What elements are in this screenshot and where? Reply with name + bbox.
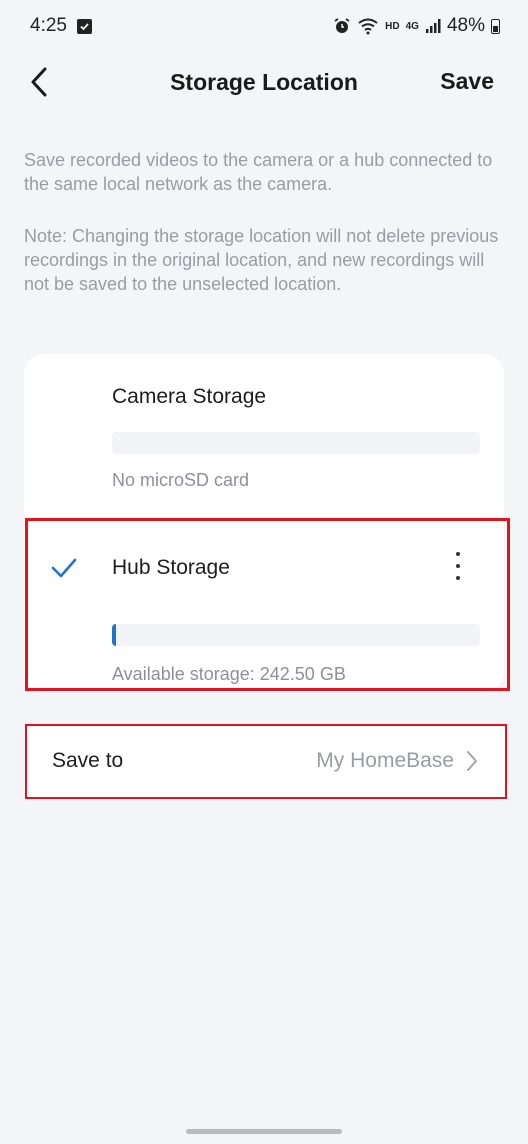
status-right: HD 4G 48% <box>333 15 500 37</box>
header: Storage Location Save <box>0 52 528 112</box>
note-text: Note: Changing the storage location will… <box>24 226 499 294</box>
save-to-row[interactable]: Save to My HomeBase <box>26 724 506 798</box>
checkmark-icon <box>51 558 77 578</box>
chevron-right-icon <box>466 750 480 772</box>
camera-storage-usage-bar <box>112 432 480 454</box>
status-left: 4:25 <box>30 15 92 37</box>
hub-storage-usage-bar <box>112 624 480 646</box>
back-button[interactable] <box>22 64 56 100</box>
hub-storage-usage-fill <box>112 624 116 646</box>
save-button[interactable]: Save <box>440 68 494 95</box>
description-text: Save recorded videos to the camera or a … <box>24 150 493 194</box>
alarm-icon <box>334 18 350 33</box>
notification-check-icon <box>76 18 92 34</box>
wifi-icon <box>358 18 378 35</box>
signal-icon <box>425 19 441 33</box>
camera-storage-option[interactable]: Camera Storage No microSD card <box>24 354 504 518</box>
hub-storage-title: Hub Storage <box>112 556 230 579</box>
storage-options-card: Camera Storage No microSD card Hub Stora… <box>24 354 504 692</box>
camera-storage-status: No microSD card <box>112 470 250 490</box>
hd-indicator: HD <box>385 20 400 32</box>
home-indicator[interactable] <box>186 1129 342 1134</box>
save-to-label: Save to <box>52 749 124 772</box>
battery-icon <box>491 18 500 34</box>
more-options-icon[interactable] <box>448 548 468 584</box>
status-time: 4:25 <box>30 15 67 36</box>
save-to-value: My HomeBase <box>316 749 454 772</box>
hub-storage-option[interactable]: Hub Storage Available storage: 242.50 GB <box>24 518 504 692</box>
battery-percent: 48% <box>446 15 485 36</box>
status-bar: 4:25 HD 4G 48% <box>0 0 528 52</box>
camera-storage-title: Camera Storage <box>112 385 267 408</box>
chevron-left-icon <box>31 67 47 97</box>
network-type: 4G <box>405 20 419 32</box>
hub-storage-available: Available storage: 242.50 GB <box>112 664 346 684</box>
screen: 4:25 HD 4G 48% Storage Location Save Sav… <box>0 0 528 1144</box>
